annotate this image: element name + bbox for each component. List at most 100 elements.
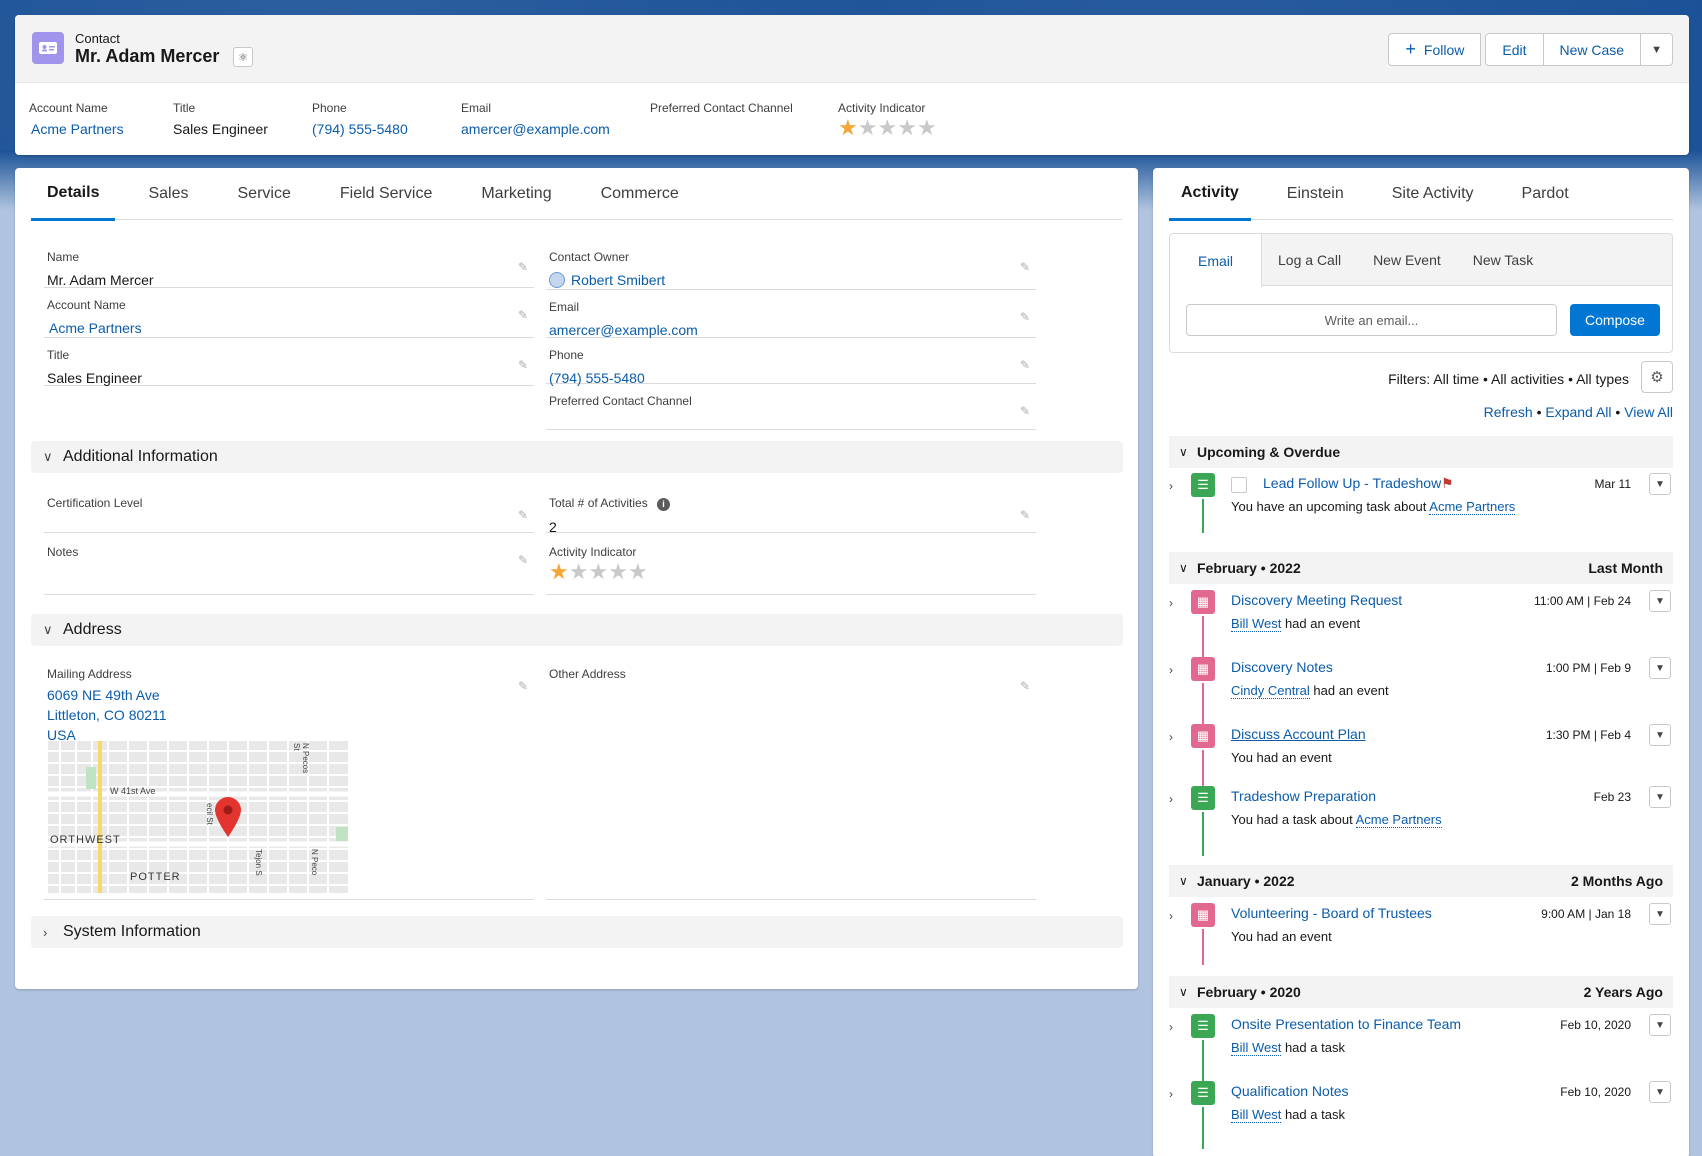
timeline-group-feb-2022[interactable]: ∨ February • 2022 Last Month bbox=[1169, 552, 1673, 584]
timeline-item-title[interactable]: Lead Follow Up - Tradeshow bbox=[1263, 475, 1441, 491]
chevron-right-icon[interactable]: › bbox=[1169, 663, 1181, 677]
refresh-link[interactable]: Refresh bbox=[1484, 404, 1533, 420]
publisher-tab-log-call[interactable]: Log a Call bbox=[1262, 234, 1357, 285]
compose-button[interactable]: Compose bbox=[1570, 304, 1660, 336]
edit-pencil-icon[interactable]: ✎ bbox=[1020, 358, 1030, 372]
hierarchy-icon[interactable]: ⚛ bbox=[233, 47, 253, 67]
write-email-input[interactable]: Write an email... bbox=[1186, 304, 1557, 336]
info-icon[interactable]: i bbox=[657, 498, 671, 511]
address-line2-link[interactable]: Littleton, CO 80211 bbox=[47, 705, 534, 725]
timeline-item-title[interactable]: Qualification Notes bbox=[1231, 1083, 1349, 1099]
section-additional-information[interactable]: ∨ Additional Information bbox=[31, 441, 1123, 473]
subtitle-text: You have an upcoming task about bbox=[1231, 499, 1427, 514]
chevron-down-icon[interactable]: ▼ bbox=[1649, 1081, 1671, 1103]
timeline-item-date: 1:30 PM | Feb 4 bbox=[1545, 728, 1631, 742]
edit-pencil-icon[interactable]: ✎ bbox=[1020, 404, 1030, 418]
tab-field-service[interactable]: Field Service bbox=[324, 168, 448, 220]
section-address[interactable]: ∨ Address bbox=[31, 614, 1123, 646]
edit-pencil-icon[interactable]: ✎ bbox=[518, 358, 528, 372]
highlight-label: Email bbox=[461, 101, 492, 115]
chevron-right-icon[interactable]: › bbox=[1169, 479, 1181, 493]
subtitle-link[interactable]: Acme Partners bbox=[1429, 499, 1516, 515]
chevron-right-icon[interactable]: › bbox=[1169, 730, 1181, 744]
field-value: Mr. Adam Mercer bbox=[47, 272, 154, 288]
timeline-item-date: 1:00 PM | Feb 9 bbox=[1545, 661, 1631, 675]
chevron-down-icon[interactable]: ▼ bbox=[1649, 657, 1671, 679]
timeline-item-subtitle: You had an event bbox=[1231, 929, 1332, 944]
edit-pencil-icon[interactable]: ✎ bbox=[518, 260, 528, 274]
chevron-down-icon[interactable]: ▼ bbox=[1649, 473, 1671, 495]
edit-pencil-icon[interactable]: ✎ bbox=[1020, 508, 1030, 522]
subtitle-link[interactable]: Bill West bbox=[1231, 1040, 1282, 1056]
new-case-button[interactable]: New Case bbox=[1542, 33, 1642, 66]
chevron-down-icon[interactable]: ▼ bbox=[1649, 903, 1671, 925]
timeline-item-title[interactable]: Onsite Presentation to Finance Team bbox=[1231, 1016, 1461, 1032]
expand-all-link[interactable]: Expand All bbox=[1545, 404, 1611, 420]
chevron-right-icon[interactable]: › bbox=[1169, 1020, 1181, 1034]
tab-details[interactable]: Details bbox=[31, 168, 116, 221]
timeline-item-title[interactable]: Discovery Meeting Request bbox=[1231, 592, 1402, 608]
address-line1-link[interactable]: 6069 NE 49th Ave bbox=[47, 685, 534, 705]
edit-pencil-icon[interactable]: ✎ bbox=[518, 508, 528, 522]
address-map[interactable]: W 41st Ave N Pecos St ORTHWEST POTTER Te… bbox=[48, 741, 348, 893]
timeline-item-subtitle: You have an upcoming task about Acme Par… bbox=[1231, 499, 1516, 515]
email-link[interactable]: amercer@example.com bbox=[461, 121, 610, 137]
tab-einstein[interactable]: Einstein bbox=[1275, 168, 1356, 220]
chevron-down-icon[interactable]: ▼ bbox=[1649, 724, 1671, 746]
field-label: Certification Level bbox=[47, 496, 143, 510]
timeline-group-upcoming[interactable]: ∨ Upcoming & Overdue bbox=[1169, 436, 1673, 468]
edit-pencil-icon[interactable]: ✎ bbox=[518, 308, 528, 322]
group-right-label: Last Month bbox=[1588, 560, 1663, 576]
tab-service[interactable]: Service bbox=[222, 168, 307, 220]
timeline-item-title[interactable]: Discovery Notes bbox=[1231, 659, 1333, 675]
chevron-down-icon[interactable]: ▼ bbox=[1649, 786, 1671, 808]
subtitle-link[interactable]: Cindy Central bbox=[1231, 683, 1310, 699]
tab-sales[interactable]: Sales bbox=[132, 168, 204, 220]
task-checkbox[interactable] bbox=[1231, 477, 1247, 493]
timeline-item-title[interactable]: Volunteering - Board of Trustees bbox=[1231, 905, 1432, 921]
group-title: Upcoming & Overdue bbox=[1197, 444, 1341, 460]
edit-pencil-icon[interactable]: ✎ bbox=[518, 553, 528, 567]
subtitle-link[interactable]: Acme Partners bbox=[1355, 812, 1442, 828]
publisher-tab-new-event[interactable]: New Event bbox=[1357, 234, 1457, 285]
edit-pencil-icon[interactable]: ✎ bbox=[518, 679, 528, 693]
account-link[interactable]: Acme Partners bbox=[49, 318, 534, 338]
more-actions-button[interactable]: ▼ bbox=[1640, 33, 1673, 66]
timeline-item-title[interactable]: Discuss Account Plan bbox=[1231, 726, 1366, 742]
tab-site-activity[interactable]: Site Activity bbox=[1380, 168, 1486, 220]
chevron-right-icon[interactable]: › bbox=[1169, 792, 1181, 806]
chevron-right-icon[interactable]: › bbox=[1169, 909, 1181, 923]
gear-icon[interactable]: ⚙ bbox=[1641, 361, 1673, 393]
tab-marketing[interactable]: Marketing bbox=[465, 168, 567, 220]
tab-pardot[interactable]: Pardot bbox=[1510, 168, 1581, 220]
chevron-down-icon[interactable]: ▼ bbox=[1649, 1014, 1671, 1036]
timeline-group-feb-2020[interactable]: ∨ February • 2020 2 Years Ago bbox=[1169, 976, 1673, 1008]
follow-button[interactable]: + Follow bbox=[1388, 33, 1482, 66]
star-icon: ★ bbox=[838, 115, 858, 140]
email-link[interactable]: amercer@example.com bbox=[549, 320, 1036, 340]
account-link[interactable]: Acme Partners bbox=[31, 121, 124, 137]
header-button-group: + Follow Edit New Case ▼ bbox=[1388, 33, 1673, 66]
phone-link[interactable]: (794) 555-5480 bbox=[312, 121, 408, 137]
chevron-right-icon[interactable]: › bbox=[1169, 596, 1181, 610]
edit-button[interactable]: Edit bbox=[1485, 33, 1544, 66]
tab-activity[interactable]: Activity bbox=[1169, 168, 1251, 221]
publisher-tab-email[interactable]: Email bbox=[1170, 234, 1263, 287]
edit-pencil-icon[interactable]: ✎ bbox=[1020, 310, 1030, 324]
timeline-item-title[interactable]: Tradeshow Preparation bbox=[1231, 788, 1376, 804]
task-icon: ☰ bbox=[1191, 786, 1215, 810]
field-title: Title Sales Engineer ✎ bbox=[44, 338, 534, 386]
view-all-link[interactable]: View All bbox=[1624, 404, 1673, 420]
owner-link[interactable]: Robert Smibert bbox=[571, 272, 665, 288]
subtitle-link[interactable]: Bill West bbox=[1231, 1107, 1282, 1123]
publisher-tab-new-task[interactable]: New Task bbox=[1457, 234, 1549, 285]
timeline-group-jan-2022[interactable]: ∨ January • 2022 2 Months Ago bbox=[1169, 865, 1673, 897]
tab-commerce[interactable]: Commerce bbox=[585, 168, 695, 220]
subtitle-link[interactable]: Bill West bbox=[1231, 616, 1282, 632]
chevron-right-icon[interactable]: › bbox=[1169, 1087, 1181, 1101]
change-owner-icon[interactable]: ✎ bbox=[1020, 260, 1030, 274]
event-icon: ▦ bbox=[1191, 724, 1215, 748]
edit-pencil-icon[interactable]: ✎ bbox=[1020, 679, 1030, 693]
section-system-information[interactable]: › System Information bbox=[31, 916, 1123, 948]
chevron-down-icon[interactable]: ▼ bbox=[1649, 590, 1671, 612]
